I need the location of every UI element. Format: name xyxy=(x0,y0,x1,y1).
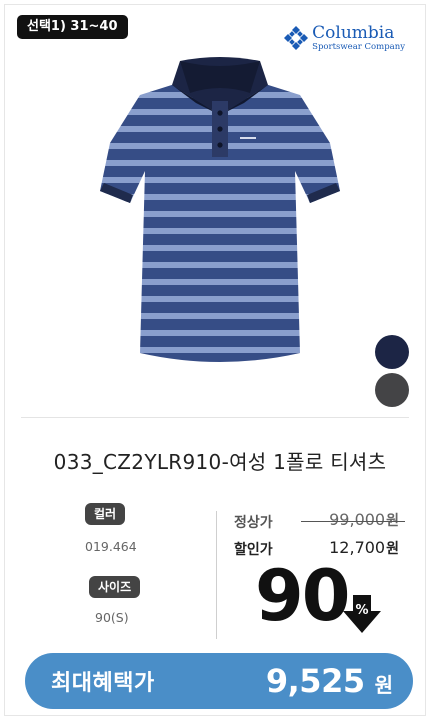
discount-rate: 90 xyxy=(255,555,350,637)
max-benefit-price-button[interactable]: 최대혜택가 9,525 원 xyxy=(25,653,413,709)
columbia-diamond-icon xyxy=(284,26,309,51)
regular-price-label: 정상가 xyxy=(234,515,273,531)
regular-price-value: 99,000 xyxy=(329,510,386,529)
sale-price-currency: 원 xyxy=(386,541,399,557)
color-label: 컬러 xyxy=(85,503,126,525)
max-benefit-price: 9,525 원 xyxy=(266,662,393,700)
color-value: 019.464 xyxy=(85,539,137,554)
divider xyxy=(21,417,409,418)
brand-name: Columbia xyxy=(312,23,395,43)
column-divider xyxy=(216,511,217,639)
product-card[interactable]: 선택1) 31~40 Columbia Sportswear Company 0… xyxy=(4,4,426,716)
option-badge: 선택1) 31~40 xyxy=(17,15,128,39)
regular-price: 99,000원 xyxy=(301,510,405,530)
max-benefit-currency: 원 xyxy=(374,673,393,697)
brand-tagline: Sportswear Company xyxy=(312,42,405,52)
size-label: 사이즈 xyxy=(89,576,141,598)
size-value: 90(S) xyxy=(95,610,129,625)
color-swatch-charcoal[interactable] xyxy=(375,373,409,407)
percent-down-arrow-icon: % xyxy=(343,595,381,633)
max-benefit-price-value: 9,525 xyxy=(265,662,365,700)
max-benefit-label: 최대혜택가 xyxy=(51,671,155,696)
product-title[interactable]: 033_CZ2YLR910-여성 1폴로 티셔츠 xyxy=(5,446,430,475)
product-image[interactable] xyxy=(100,53,340,368)
brand-logo: Columbia Sportswear Company xyxy=(283,25,405,52)
color-swatch-navy[interactable] xyxy=(375,335,409,369)
percent-symbol: % xyxy=(355,603,368,618)
strikethrough xyxy=(301,521,405,522)
